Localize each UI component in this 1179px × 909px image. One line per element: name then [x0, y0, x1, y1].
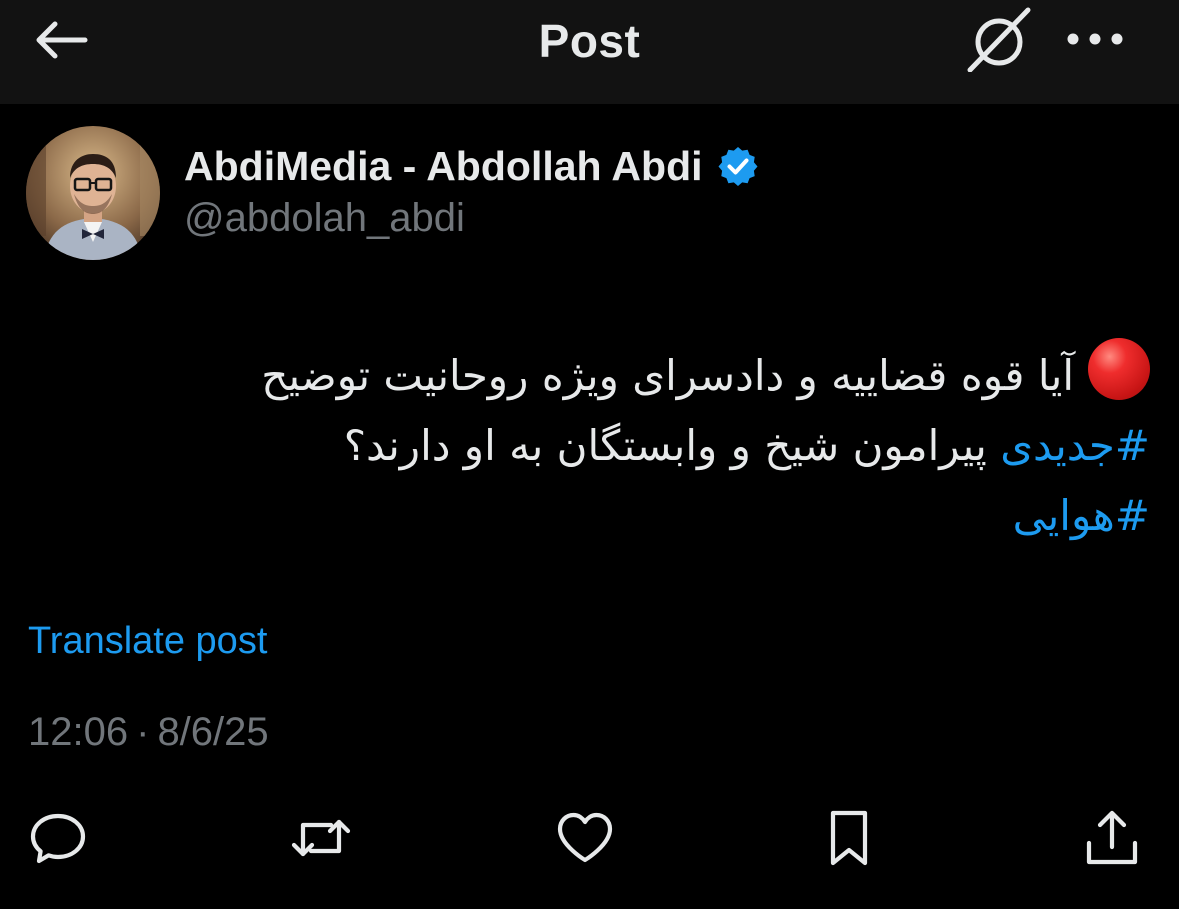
share-button[interactable]	[1074, 800, 1150, 876]
like-icon	[557, 812, 613, 863]
post-text: آیا قوه قضاییه و دادسرای ویژه روحانیت تو…	[150, 338, 1150, 551]
reply-button[interactable]	[20, 800, 96, 876]
reply-icon	[30, 813, 86, 864]
post-line-3: #هوایی	[150, 481, 1150, 551]
post-line-text: پیرامون شیخ و وابستگان به او دارند؟	[343, 421, 1001, 470]
author-handle[interactable]: @abdolah_abdi	[184, 196, 465, 241]
post-timestamp: 12:06 · 8/6/25	[28, 710, 269, 755]
profile-photo	[26, 126, 160, 260]
post-time: 12:06	[28, 710, 129, 754]
post-line-2: #جدیدی پیرامون شیخ و وابستگان به او دارن…	[150, 411, 1150, 481]
bookmark-icon	[830, 810, 868, 866]
repost-button[interactable]	[283, 800, 359, 876]
bookmark-button[interactable]	[811, 800, 887, 876]
grok-icon	[967, 7, 1031, 72]
post-detail-screen: Post AbdiMedia - Abdollah Abdi @abdolah_…	[0, 0, 1179, 909]
top-bar: Post	[0, 0, 1179, 104]
post-line-text: آیا قوه قضاییه و دادسرای ویژه روحانیت تو…	[261, 351, 1074, 400]
verified-badge-icon	[718, 147, 758, 186]
display-name[interactable]: AbdiMedia - Abdollah Abdi	[184, 143, 703, 190]
separator-dot: ·	[136, 710, 150, 754]
post-date: 8/6/25	[157, 710, 269, 754]
author-name-row: AbdiMedia - Abdollah Abdi	[184, 140, 759, 192]
more-horizontal-icon	[1067, 33, 1123, 45]
like-button[interactable]	[547, 800, 623, 876]
red-circle-emoji-icon	[1088, 338, 1150, 400]
more-options-button[interactable]	[1060, 14, 1130, 64]
post-line-1: آیا قوه قضاییه و دادسرای ویژه روحانیت تو…	[150, 338, 1150, 411]
repost-icon	[291, 819, 351, 857]
hashtag-link[interactable]: #جدیدی	[1000, 421, 1150, 470]
translate-post-link[interactable]: Translate post	[28, 620, 267, 663]
grok-button[interactable]	[964, 4, 1034, 74]
hashtag-link[interactable]: #هوایی	[1013, 491, 1150, 540]
avatar[interactable]	[26, 126, 160, 260]
share-icon	[1086, 810, 1138, 865]
